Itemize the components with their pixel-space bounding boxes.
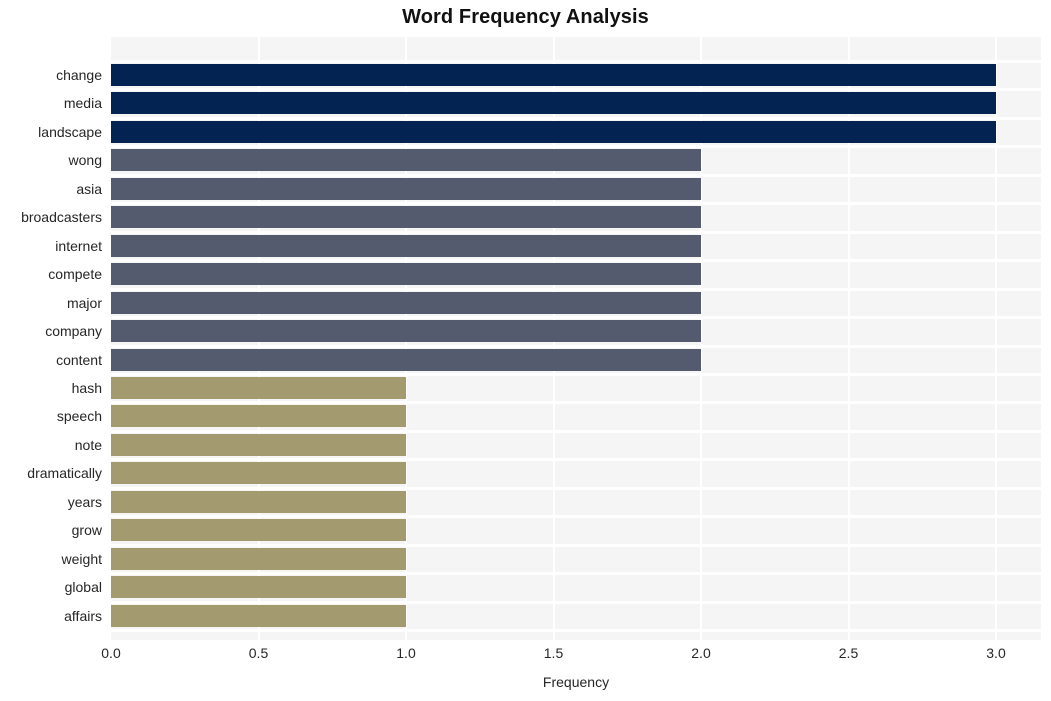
- y-axis-tick-label: grow: [71, 522, 102, 539]
- y-axis-tick-label: change: [56, 67, 102, 83]
- horizontal-gridline: [111, 629, 1041, 632]
- horizontal-gridline: [111, 486, 1041, 490]
- horizontal-gridline: [111, 60, 1041, 63]
- y-axis-tick-label: weight: [61, 550, 102, 567]
- y-axis-tick-label: broadcasters: [21, 209, 102, 226]
- bar: [111, 547, 406, 570]
- chart-title: Word Frequency Analysis: [402, 6, 649, 28]
- horizontal-gridline: [111, 401, 1041, 405]
- y-axis-tick-label: asia: [76, 180, 102, 197]
- y-axis-tick-label: content: [56, 351, 102, 368]
- x-axis-tick-label: 1.0: [396, 645, 416, 661]
- horizontal-gridline: [111, 230, 1041, 234]
- y-axis-tick-label: company: [45, 323, 102, 340]
- bar: [111, 348, 701, 371]
- y-axis-tick-label: affairs: [64, 607, 102, 624]
- bar: [111, 604, 406, 627]
- bar: [111, 149, 701, 172]
- horizontal-gridline: [111, 458, 1041, 462]
- y-axis-tick-label: media: [63, 95, 102, 112]
- horizontal-gridline: [111, 429, 1041, 433]
- y-axis-tick-label: wong: [68, 152, 102, 169]
- bar: [111, 206, 701, 229]
- y-axis-tick-label: years: [67, 493, 102, 510]
- bar: [111, 234, 701, 257]
- horizontal-gridline: [111, 572, 1041, 576]
- y-axis-tick-labels: change media landscape wong asia broadcasters…: [0, 37, 111, 640]
- bar: [111, 405, 406, 428]
- horizontal-gridline: [111, 173, 1041, 177]
- bar: [111, 519, 406, 542]
- x-axis-tick-labels: 0.0 0.5 1.0 1.5 2.0 2.5 3.0: [0, 645, 1051, 667]
- y-axis-tick-label: note: [74, 436, 102, 453]
- chart-figure: Word Frequency Analysis change media lands…: [0, 0, 1051, 701]
- y-axis-tick-label: global: [64, 579, 102, 596]
- y-axis-tick-label: major: [66, 294, 102, 311]
- horizontal-gridline: [111, 202, 1041, 206]
- horizontal-gridline: [111, 515, 1041, 519]
- y-axis-tick-label: internet: [55, 237, 102, 254]
- x-axis-tick-label: 3.0: [986, 645, 1006, 661]
- bar: [111, 576, 406, 599]
- x-axis-tick-label: 2.0: [691, 645, 711, 661]
- horizontal-gridline: [111, 287, 1041, 291]
- y-axis-tick-label: landscape: [38, 123, 102, 140]
- x-axis-tick-label: 1.5: [543, 645, 564, 661]
- horizontal-gridline: [111, 116, 1041, 120]
- bar: [111, 462, 406, 485]
- bar: [111, 64, 996, 86]
- bar: [111, 433, 406, 456]
- horizontal-gridline: [111, 543, 1041, 547]
- horizontal-gridline: [111, 88, 1041, 92]
- bar: [111, 120, 996, 143]
- bar: [111, 263, 701, 286]
- horizontal-gridline: [111, 259, 1041, 263]
- bar: [111, 291, 701, 314]
- horizontal-gridline: [111, 344, 1041, 348]
- bar: [111, 177, 701, 200]
- y-axis-tick-label: dramatically: [27, 465, 102, 482]
- horizontal-gridline: [111, 145, 1041, 149]
- bar: [111, 376, 406, 399]
- plot-area: [111, 37, 1041, 640]
- x-axis-label: Frequency: [542, 674, 610, 690]
- bar: [111, 92, 996, 115]
- x-axis-tick-label: 2.5: [838, 645, 859, 661]
- bar: [111, 490, 406, 513]
- horizontal-gridline: [111, 600, 1041, 604]
- y-axis-tick-label: compete: [48, 266, 102, 283]
- horizontal-gridline: [111, 316, 1041, 320]
- x-axis-tick-label: 0.0: [101, 645, 121, 661]
- horizontal-gridline: [111, 372, 1041, 376]
- y-axis-tick-label: speech: [56, 408, 102, 425]
- x-axis-tick-label: 0.5: [248, 645, 269, 661]
- bar: [111, 320, 701, 343]
- y-axis-tick-label: hash: [71, 379, 102, 396]
